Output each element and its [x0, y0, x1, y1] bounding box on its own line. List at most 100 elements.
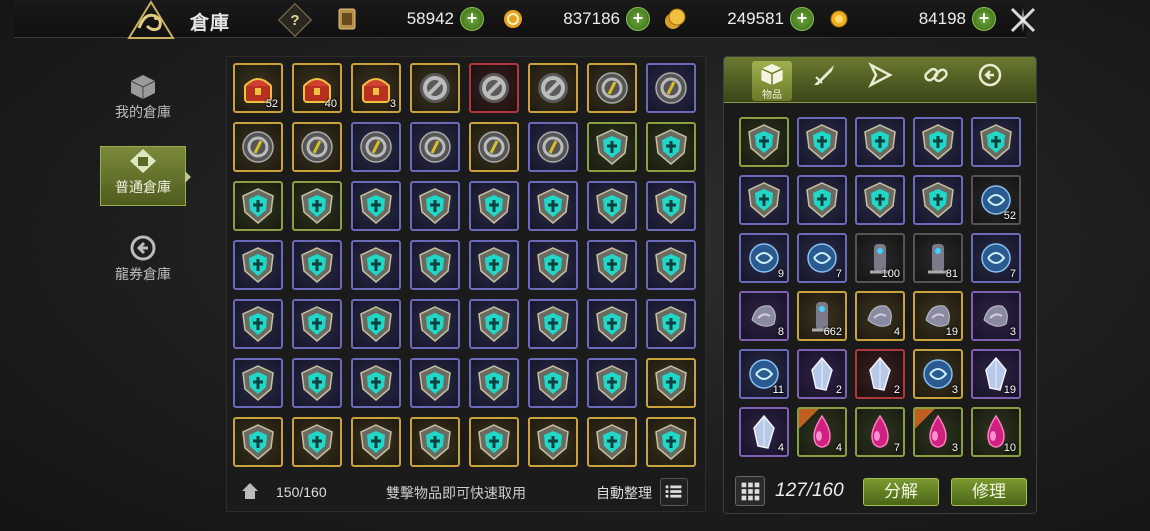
add-ring-button[interactable]: + [626, 7, 650, 31]
inventory-slot[interactable]: 662 [797, 291, 847, 341]
storage-slot[interactable] [410, 181, 460, 231]
storage-slot[interactable] [233, 240, 283, 290]
storage-slot[interactable] [528, 240, 578, 290]
storage-slot[interactable] [646, 63, 696, 113]
storage-slot[interactable] [410, 240, 460, 290]
tab-items[interactable]: 物品 [752, 61, 792, 101]
inventory-slot[interactable]: 8 [739, 291, 789, 341]
storage-slot[interactable] [233, 417, 283, 467]
storage-slot[interactable] [587, 240, 637, 290]
storage-slot[interactable] [292, 181, 342, 231]
tab-accessories[interactable] [916, 61, 956, 101]
storage-slot[interactable] [646, 240, 696, 290]
storage-slot[interactable] [469, 181, 519, 231]
repair-button[interactable]: 修理 [951, 478, 1027, 506]
tab-weapons[interactable] [804, 61, 844, 101]
storage-slot[interactable] [528, 358, 578, 408]
storage-slot[interactable] [351, 358, 401, 408]
storage-slot[interactable] [469, 122, 519, 172]
storage-slot[interactable] [292, 122, 342, 172]
inventory-slot[interactable] [739, 117, 789, 167]
inventory-slot[interactable]: 9 [739, 233, 789, 283]
inventory-slot[interactable]: 4 [797, 407, 847, 457]
storage-slot[interactable] [528, 299, 578, 349]
storage-slot[interactable] [469, 417, 519, 467]
storage-slot[interactable] [410, 417, 460, 467]
storage-slot[interactable] [410, 358, 460, 408]
storage-slot[interactable]: 3 [351, 63, 401, 113]
inventory-slot[interactable]: 7 [797, 233, 847, 283]
add-card-button[interactable]: + [460, 7, 484, 31]
grid-view-button[interactable] [735, 476, 765, 506]
storage-slot[interactable] [646, 122, 696, 172]
close-button[interactable] [1008, 5, 1038, 35]
storage-slot[interactable] [292, 358, 342, 408]
storage-slot[interactable] [292, 240, 342, 290]
inventory-slot[interactable] [913, 175, 963, 225]
storage-slot[interactable] [233, 181, 283, 231]
inventory-slot[interactable]: 100 [855, 233, 905, 283]
storage-slot[interactable] [410, 122, 460, 172]
inventory-slot[interactable]: 52 [971, 175, 1021, 225]
storage-slot[interactable] [469, 299, 519, 349]
storage-slot[interactable] [410, 299, 460, 349]
storage-slot[interactable] [351, 417, 401, 467]
inventory-slot[interactable]: 4 [855, 291, 905, 341]
storage-slot[interactable] [528, 417, 578, 467]
inventory-slot[interactable]: 3 [913, 407, 963, 457]
inventory-slot[interactable] [855, 175, 905, 225]
storage-slot[interactable] [233, 299, 283, 349]
storage-slot[interactable] [528, 181, 578, 231]
storage-slot[interactable] [469, 358, 519, 408]
storage-slot[interactable]: 40 [292, 63, 342, 113]
inventory-slot[interactable]: 3 [971, 291, 1021, 341]
inventory-slot[interactable] [855, 117, 905, 167]
inventory-slot[interactable]: 2 [797, 349, 847, 399]
inventory-slot[interactable]: 10 [971, 407, 1021, 457]
inventory-slot[interactable] [797, 117, 847, 167]
inventory-slot[interactable] [913, 117, 963, 167]
storage-slot[interactable] [351, 299, 401, 349]
storage-slot[interactable] [646, 181, 696, 231]
inventory-slot[interactable]: 7 [855, 407, 905, 457]
storage-slot[interactable] [351, 181, 401, 231]
inventory-slot[interactable]: 3 [913, 349, 963, 399]
inventory-slot[interactable]: 81 [913, 233, 963, 283]
storage-slot[interactable] [233, 358, 283, 408]
decompose-button[interactable]: 分解 [863, 478, 939, 506]
storage-slot[interactable]: 52 [233, 63, 283, 113]
nav-my-warehouse[interactable]: 我的倉庫 [100, 72, 186, 132]
help-button[interactable]: ? [278, 3, 312, 37]
storage-slot[interactable] [528, 122, 578, 172]
nav-dragon-warehouse[interactable]: 龍券倉庫 [100, 234, 186, 294]
nav-normal-warehouse[interactable]: 普通倉庫 [100, 146, 191, 206]
storage-slot[interactable] [587, 299, 637, 349]
storage-slot[interactable] [587, 358, 637, 408]
storage-slot[interactable] [646, 417, 696, 467]
storage-slot[interactable] [587, 122, 637, 172]
storage-slot[interactable] [587, 417, 637, 467]
storage-slot[interactable] [233, 122, 283, 172]
storage-slot[interactable] [528, 63, 578, 113]
inventory-slot[interactable]: 4 [739, 407, 789, 457]
tab-dragon[interactable] [970, 61, 1010, 101]
storage-slot[interactable] [351, 240, 401, 290]
inventory-slot[interactable] [797, 175, 847, 225]
add-gold-button[interactable]: + [790, 7, 814, 31]
add-coin-button[interactable]: + [972, 7, 996, 31]
storage-slot[interactable] [646, 358, 696, 408]
storage-slot[interactable] [410, 63, 460, 113]
inventory-slot[interactable]: 19 [913, 291, 963, 341]
storage-slot[interactable] [292, 417, 342, 467]
tab-armor[interactable] [860, 61, 900, 101]
inventory-slot[interactable]: 2 [855, 349, 905, 399]
storage-slot[interactable] [292, 299, 342, 349]
inventory-slot[interactable] [739, 175, 789, 225]
storage-slot[interactable] [469, 63, 519, 113]
inventory-slot[interactable]: 19 [971, 349, 1021, 399]
storage-slot[interactable] [646, 299, 696, 349]
storage-slot[interactable] [587, 181, 637, 231]
storage-slot[interactable] [587, 63, 637, 113]
inventory-slot[interactable]: 11 [739, 349, 789, 399]
inventory-slot[interactable] [971, 117, 1021, 167]
